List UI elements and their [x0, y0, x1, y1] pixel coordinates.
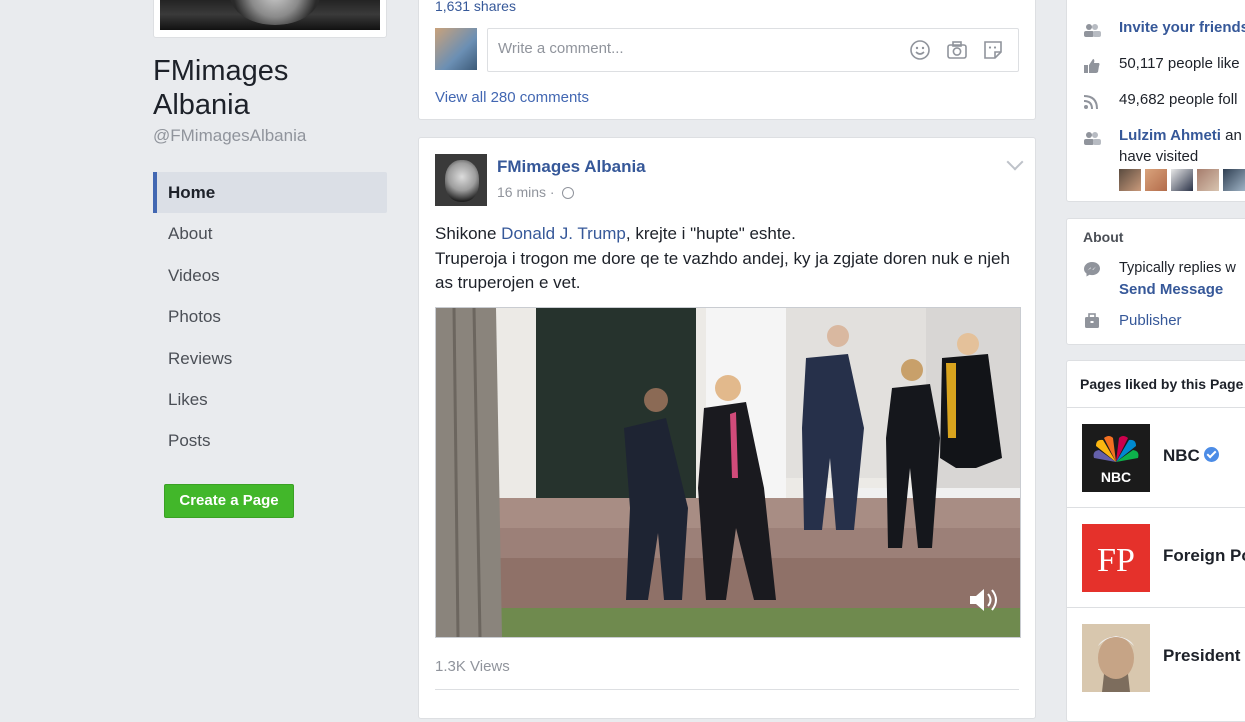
chevron-down-icon[interactable] [1006, 153, 1024, 171]
comment-input[interactable] [496, 39, 900, 58]
people-icon [1084, 132, 1101, 145]
people-icon [1084, 24, 1101, 37]
post-author-avatar[interactable] [435, 154, 487, 206]
previous-post-card: 1,631 shares View all 280 comments [418, 0, 1036, 120]
smile-icon[interactable] [909, 39, 931, 61]
visited-friends-avatars [1119, 169, 1245, 191]
tagged-page-link[interactable]: Donald J. Trump [501, 224, 626, 243]
liked-page-name[interactable]: NBC [1163, 446, 1219, 466]
thumbs-up-icon [1084, 59, 1100, 73]
post-divider [435, 689, 1019, 690]
svg-text:FP: FP [1097, 542, 1135, 579]
category-link[interactable]: Publisher [1119, 312, 1182, 329]
friend-avatar[interactable] [1145, 169, 1167, 191]
globe-icon[interactable] [562, 187, 575, 199]
commenter-avatar[interactable] [435, 28, 477, 70]
liked-page-item[interactable]: President [1067, 607, 1245, 708]
about-heading: About [1083, 229, 1124, 245]
about-card: About Typically replies w Send Message P… [1066, 218, 1245, 345]
video-frame [436, 308, 1020, 637]
friend-avatar[interactable] [1197, 169, 1219, 191]
friends-visited-suffix: an [1220, 127, 1242, 144]
view-all-comments-link[interactable]: View all 280 comments [435, 89, 589, 106]
nav-item-about[interactable]: About [153, 213, 387, 254]
page-nav: Home About Videos Photos Reviews Likes P… [153, 172, 387, 462]
post-text-line2: Truperoja i trogon me dore qe te vazhdo … [435, 248, 1010, 293]
liked-page-name[interactable]: Foreign Po [1163, 546, 1245, 566]
friends-visited-line: Lulzim Ahmeti an [1119, 127, 1242, 144]
page-handle[interactable]: @FMimagesAlbania [153, 126, 306, 146]
post-text-after-tag: , krejte i "hupte" eshte. [625, 224, 796, 243]
page-likes-count: 50,117 people like [1119, 55, 1240, 72]
post-text-before-tag: Shikone [435, 224, 502, 243]
nbc-logo[interactable]: NBC [1082, 424, 1150, 492]
messenger-icon [1084, 262, 1100, 277]
friend-avatar[interactable] [1171, 169, 1193, 191]
liked-pages-heading: Pages liked by this Page [1080, 376, 1244, 392]
page-follows-count: 49,682 people foll [1119, 91, 1238, 108]
liked-page-item[interactable]: FP Foreign Po [1067, 507, 1245, 608]
meta-separator: · [549, 184, 555, 200]
reply-time: Typically replies w [1119, 260, 1236, 276]
nav-item-likes[interactable]: Likes [153, 379, 387, 420]
friend-avatar[interactable] [1223, 169, 1245, 191]
president-page-avatar[interactable] [1082, 624, 1150, 692]
sticker-icon[interactable] [982, 39, 1004, 61]
video-views: 1.3K Views [435, 658, 510, 675]
friends-visited-line2: have visited [1119, 148, 1199, 165]
liked-pages-card: Pages liked by this Page NBC NBC FP Fore… [1066, 360, 1245, 722]
profile-picture[interactable] [160, 0, 380, 30]
svg-text:NBC: NBC [1101, 469, 1131, 485]
nav-item-reviews[interactable]: Reviews [153, 338, 387, 379]
friend-avatar[interactable] [1119, 169, 1141, 191]
post-video[interactable] [435, 307, 1021, 638]
community-card: Invite your friends 50,117 people like 4… [1066, 0, 1245, 202]
send-message-link[interactable]: Send Message [1119, 281, 1223, 298]
foreign-policy-logo[interactable]: FP [1082, 524, 1150, 592]
nav-item-posts[interactable]: Posts [153, 420, 387, 461]
page-title: FMimages Albania [153, 55, 289, 121]
briefcase-icon [1085, 313, 1099, 328]
nav-item-videos[interactable]: Videos [153, 255, 387, 296]
post-meta: 16 mins · [497, 184, 575, 200]
shares-count[interactable]: 1,631 shares [435, 0, 516, 14]
liked-page-name[interactable]: President [1163, 646, 1240, 666]
friend-name-link[interactable]: Lulzim Ahmeti [1119, 127, 1221, 144]
post-text: Shikone Donald J. Trump, krejte i "hupte… [435, 222, 1025, 296]
liked-page-item[interactable]: NBC NBC [1067, 407, 1245, 508]
post-timestamp[interactable]: 16 mins [497, 184, 546, 200]
nav-item-home[interactable]: Home [153, 172, 387, 214]
invite-friends-link[interactable]: Invite your friends [1119, 19, 1245, 36]
create-page-button[interactable]: Create a Page [164, 484, 294, 518]
liked-page-name-text[interactable]: NBC [1163, 446, 1200, 465]
verified-icon [1203, 447, 1219, 462]
camera-icon[interactable] [946, 39, 968, 61]
nav-item-photos[interactable]: Photos [153, 296, 387, 337]
rss-icon [1083, 95, 1098, 110]
post-card: FMimages Albania 16 mins · Shikone Donal… [418, 137, 1036, 719]
comment-box[interactable] [487, 28, 1019, 72]
post-author-name[interactable]: FMimages Albania [497, 157, 646, 177]
profile-picture-frame[interactable] [153, 0, 387, 38]
